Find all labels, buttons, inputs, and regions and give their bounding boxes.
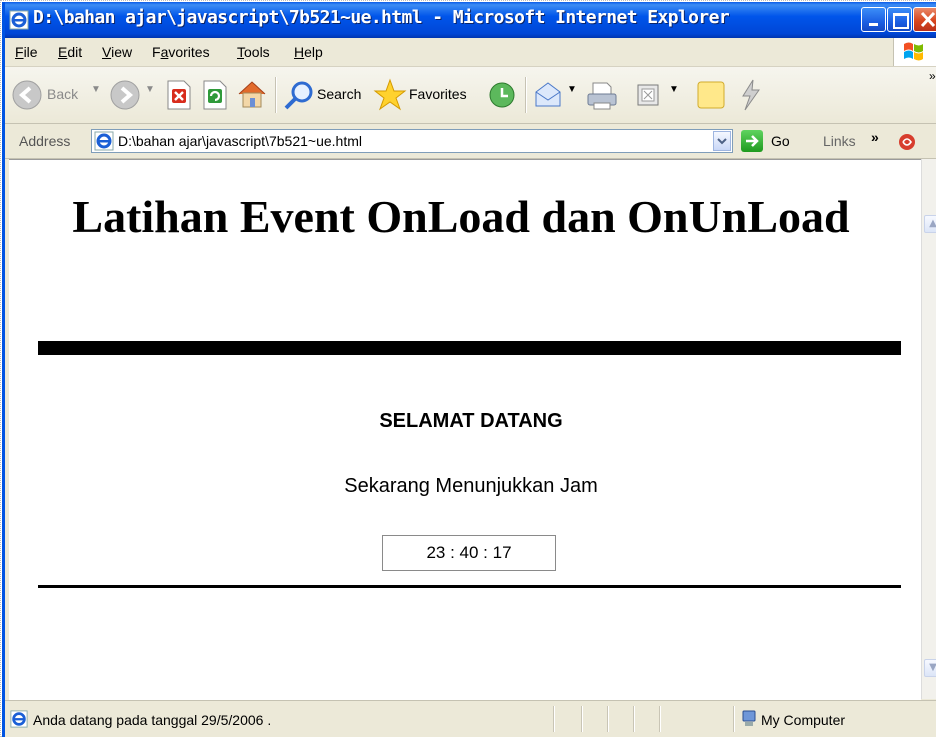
forward-dropdown-icon[interactable]: ▼	[145, 84, 155, 95]
clock-caption: Sekarang Menunjukkan Jam	[344, 475, 598, 497]
favorites-label[interactable]: Favorites	[409, 86, 467, 102]
scroll-down-button[interactable]: ▼	[924, 659, 936, 677]
status-divider	[607, 706, 609, 732]
ie-page-icon	[94, 131, 114, 151]
menu-favorites-label: Favorites	[152, 44, 210, 60]
security-zone: My Computer	[761, 712, 846, 728]
toolbar-separator	[275, 77, 277, 113]
window-title: D:\bahan ajar\javascript\7b521~ue.html -…	[33, 7, 730, 28]
menu-help[interactable]: Help	[294, 44, 323, 60]
links-label[interactable]: Links	[823, 133, 856, 149]
menu-tools-label: Tools	[237, 44, 270, 60]
menu-file[interactable]: File	[15, 44, 38, 60]
thin-divider	[38, 585, 901, 588]
windows-logo-icon	[893, 38, 936, 66]
minimize-button[interactable]	[861, 7, 886, 32]
history-icon[interactable]	[487, 80, 517, 113]
mail-dropdown-icon[interactable]: ▼	[567, 84, 577, 95]
links-chevron[interactable]: »	[871, 129, 879, 145]
search-label[interactable]: Search	[317, 86, 361, 102]
ie-page-icon	[9, 10, 29, 30]
menu-view-label: View	[102, 44, 133, 60]
scroll-up-button[interactable]: ▲	[924, 215, 936, 233]
browser-window: D:\bahan ajar\javascript\7b521~ue.html -…	[2, 2, 936, 737]
menu-help-label: Help	[294, 44, 323, 60]
status-divider	[633, 706, 635, 732]
menu-bar: File Edit View Favorites Tools Help	[5, 38, 936, 67]
menu-view[interactable]: View	[102, 44, 132, 60]
menu-file-label: File	[15, 44, 38, 60]
title-bar[interactable]: D:\bahan ajar\javascript\7b521~ue.html -…	[5, 2, 936, 38]
menu-tools[interactable]: Tools	[237, 44, 270, 60]
welcome-text: SELAMAT DATANG	[379, 410, 563, 432]
my-computer-icon	[741, 710, 757, 728]
toolbar-separator	[525, 77, 527, 113]
back-dropdown-icon[interactable]: ▼	[91, 84, 101, 95]
address-bar: Address D:\bahan ajar\javascript\7b521~u…	[5, 124, 936, 159]
page-heading: Latihan Event OnLoad dan OnUnLoad	[72, 191, 850, 242]
go-button[interactable]: Go	[771, 133, 790, 149]
status-divider	[581, 706, 583, 732]
status-divider	[659, 706, 661, 732]
edit-page-icon[interactable]	[635, 82, 661, 111]
back-arrow-icon[interactable]	[11, 79, 43, 114]
edit-dropdown-icon[interactable]: ▼	[669, 84, 679, 95]
address-label: Address	[19, 133, 71, 149]
page-content: Latihan Event OnLoad dan OnUnLoad SELAMA…	[9, 159, 921, 700]
address-dropdown-button[interactable]	[713, 131, 731, 151]
menu-edit[interactable]: Edit	[58, 44, 82, 60]
status-divider	[733, 706, 735, 732]
menu-edit-label: Edit	[58, 44, 83, 60]
pdf-icon[interactable]	[897, 131, 919, 156]
address-field[interactable]: D:\bahan ajar\javascript\7b521~ue.html	[91, 129, 733, 153]
messenger-icon[interactable]	[735, 78, 765, 115]
go-arrow-icon[interactable]	[741, 130, 763, 152]
address-input[interactable]: D:\bahan ajar\javascript\7b521~ue.html	[118, 133, 362, 149]
back-label[interactable]: Back	[47, 86, 78, 102]
note-icon[interactable]	[695, 79, 727, 114]
search-icon[interactable]	[283, 79, 315, 114]
standard-toolbar: Back ▼ ▼ Search Favorites ▼ ▼ »	[5, 67, 936, 124]
status-bar: Anda datang pada tanggal 29/5/2006 . My …	[5, 700, 936, 737]
print-icon[interactable]	[585, 79, 619, 114]
stop-icon[interactable]	[165, 80, 193, 113]
ie-page-icon	[10, 710, 28, 728]
refresh-icon[interactable]	[201, 80, 229, 113]
status-divider	[553, 706, 555, 732]
toolbar-overflow[interactable]: »	[929, 69, 936, 83]
maximize-button[interactable]	[887, 7, 912, 32]
close-button[interactable]	[913, 7, 936, 32]
home-icon[interactable]	[235, 78, 269, 113]
favorites-star-icon[interactable]	[373, 78, 407, 115]
status-text: Anda datang pada tanggal 29/5/2006 .	[33, 712, 272, 728]
menu-favorites[interactable]: Favorites	[152, 44, 210, 60]
vertical-scrollbar[interactable]: ▲ ▼	[921, 159, 936, 699]
thick-divider	[38, 341, 901, 355]
mail-icon[interactable]	[533, 80, 567, 113]
clock-field[interactable]	[382, 535, 556, 571]
forward-arrow-icon[interactable]	[109, 79, 141, 114]
